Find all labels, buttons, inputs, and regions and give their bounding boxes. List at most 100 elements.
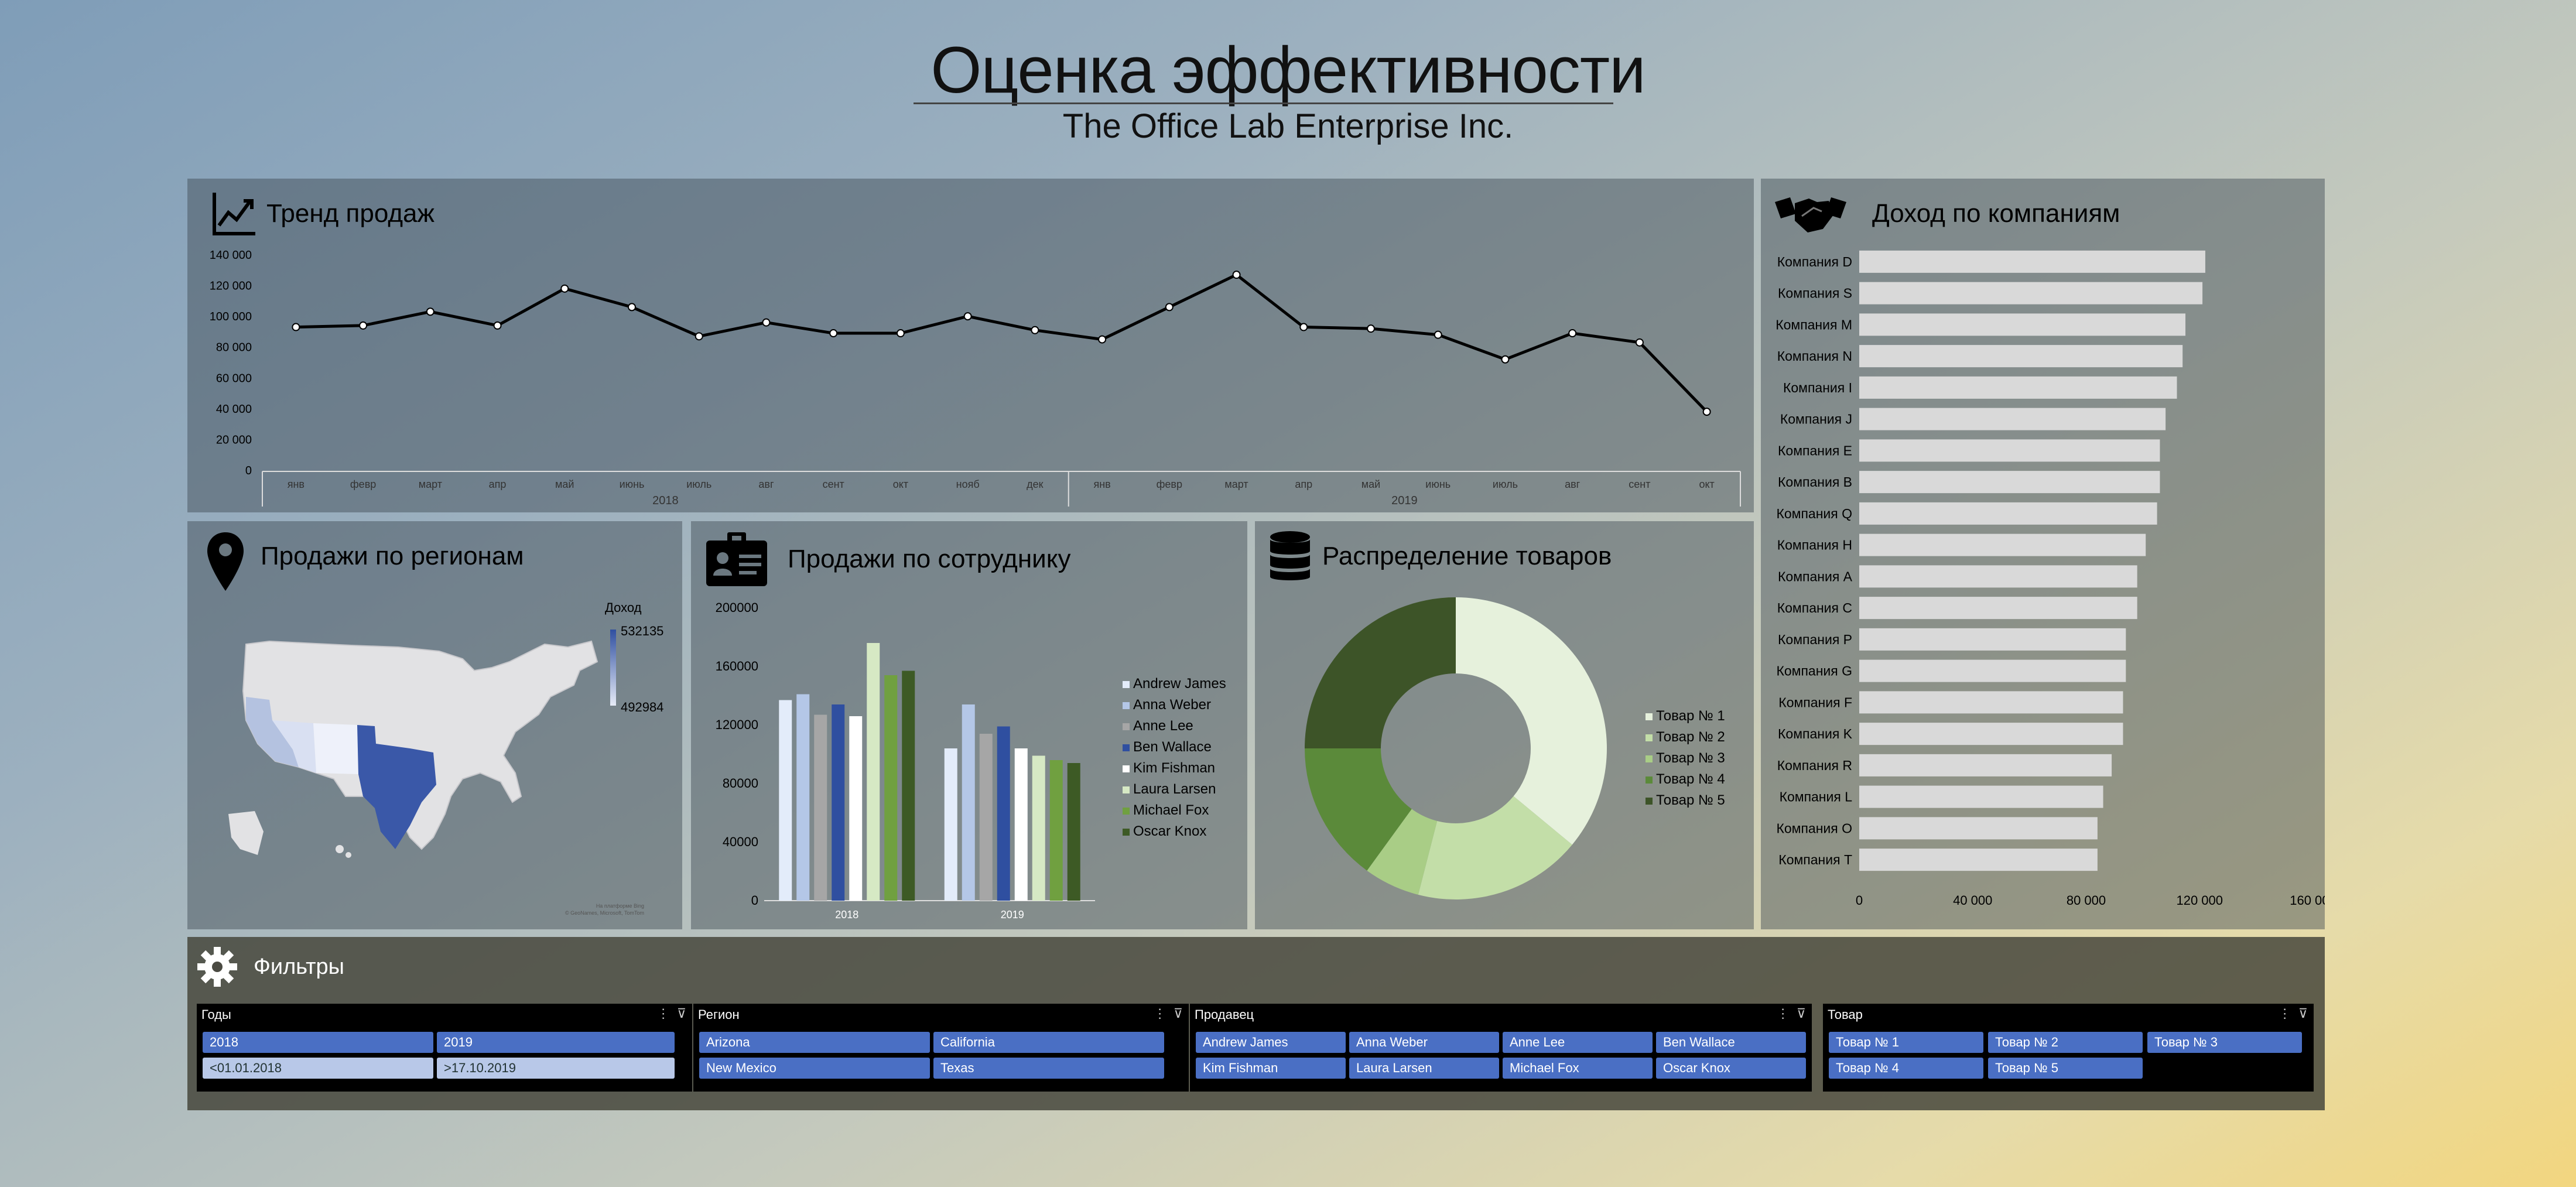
- year-after-chip[interactable]: >17.10.2019: [437, 1058, 675, 1079]
- company-bar: [1859, 471, 2160, 494]
- company-x-tick: 40 000: [1953, 893, 1992, 908]
- year-before-chip[interactable]: <01.01.2018: [203, 1058, 433, 1079]
- company-label: Компания H: [1777, 538, 1852, 553]
- company-x-tick: 80 000: [2067, 893, 2106, 908]
- distribution-legend-swatch: [1646, 734, 1653, 741]
- company-bar: [1859, 754, 2112, 776]
- region-new-mexico-chip[interactable]: New Mexico: [699, 1058, 930, 1079]
- employee-legend-swatch: [1123, 808, 1130, 815]
- product-chip[interactable]: Товар № 4: [1829, 1058, 1983, 1079]
- page-subtitle: The Office Lab Enterprise Inc.: [1062, 107, 1514, 145]
- seller-chip[interactable]: Ben Wallace: [1656, 1032, 1806, 1053]
- distribution-slice: [1305, 597, 1456, 748]
- trend-year-label: 2018: [652, 494, 679, 507]
- trend-x-tick: нояб: [956, 478, 980, 490]
- employee-legend-swatch: [1123, 829, 1130, 836]
- employee-legend-swatch: [1123, 702, 1130, 709]
- region-california-chip[interactable]: California: [933, 1032, 1164, 1053]
- slicer-filter-icon[interactable]: ⋮ ⊽: [1777, 1006, 1806, 1021]
- seller-chip[interactable]: Laura Larsen: [1349, 1058, 1499, 1079]
- seller-chip[interactable]: Anna Weber: [1349, 1032, 1499, 1053]
- region-slicer-label: Регион: [698, 1007, 740, 1022]
- trend-point: [1702, 408, 1711, 416]
- employee-panel: Продажи по сотруднику 0 40000 80000 120000 1…: [691, 521, 1247, 929]
- product-chip[interactable]: Товар № 1: [1829, 1032, 1983, 1053]
- seller-chip[interactable]: Andrew James: [1196, 1032, 1346, 1053]
- employee-legend-swatch: [1123, 744, 1130, 751]
- company-bar: [1859, 659, 2126, 682]
- product-chip[interactable]: Товар № 3: [2147, 1032, 2302, 1053]
- trend-x-tick: апр: [1295, 478, 1312, 490]
- year-2018-chip[interactable]: 2018: [203, 1032, 433, 1053]
- region-slicer: Регион ⋮ ⊽ Arizona California New Mexico…: [693, 1004, 1189, 1092]
- product-chip[interactable]: Товар № 2: [1988, 1032, 2143, 1053]
- distribution-chart: Товар № 1 Товар № 2 Товар № 3 Товар № 4 Това…: [1305, 597, 1725, 899]
- employee-bar: [849, 716, 863, 901]
- company-label: Компания N: [1777, 348, 1852, 364]
- trend-y-tick: 60 000: [216, 372, 252, 385]
- map-credit-2: © GeoNames, Microsoft, TomTom: [565, 910, 644, 916]
- trend-x-tick: апр: [489, 478, 507, 490]
- trend-line: [296, 273, 1708, 413]
- trend-y-tick: 20 000: [216, 433, 252, 446]
- company-label: Компания P: [1778, 632, 1852, 647]
- gear-icon: [197, 947, 237, 987]
- trend-x-tick: дек: [1027, 478, 1044, 490]
- company-bar: [1859, 502, 2157, 525]
- map-legend-min: 492984: [621, 700, 663, 714]
- trend-x-tick: авг: [1565, 478, 1581, 490]
- region-texas-chip[interactable]: Texas: [933, 1058, 1164, 1079]
- years-slicer: Годы ⋮ ⊽ 2018 2019 <01.01.2018 >17.10.20…: [197, 1004, 692, 1092]
- trend-y-tick: 120 000: [210, 280, 252, 293]
- seller-chip[interactable]: Michael Fox: [1503, 1058, 1653, 1079]
- map-legend-title: Доход: [605, 600, 642, 615]
- employee-y-tick: 160000: [716, 659, 758, 673]
- filters-title: Фильтры: [254, 955, 344, 979]
- trend-y-tick: 80 000: [216, 341, 252, 354]
- company-label: Компания I: [1783, 380, 1852, 395]
- slicer-filter-icon[interactable]: ⋮ ⊽: [2279, 1006, 2308, 1021]
- employee-bar: [1049, 760, 1063, 901]
- slicer-filter-icon[interactable]: ⋮ ⊽: [657, 1006, 686, 1021]
- trend-point: [1635, 338, 1644, 347]
- new-mexico-region: [313, 723, 358, 774]
- trend-point: [1568, 329, 1577, 338]
- region-arizona-chip[interactable]: Arizona: [699, 1032, 930, 1053]
- employee-bar: [867, 643, 880, 901]
- company-label: Компания D: [1777, 254, 1852, 269]
- employee-x-tick: 2019: [1001, 909, 1024, 921]
- company-bar: [1859, 565, 2137, 588]
- product-chip[interactable]: Товар № 5: [1988, 1058, 2143, 1079]
- alaska-region: [228, 811, 264, 855]
- company-label: Компания O: [1776, 820, 1852, 836]
- trend-point: [1434, 330, 1442, 339]
- page-title: Оценка эффективности: [930, 33, 1646, 107]
- trend-x-tick: сент: [823, 478, 844, 490]
- company-label: Компания S: [1778, 286, 1852, 301]
- employee-y-tick: 40000: [723, 834, 758, 849]
- company-x-tick: 0: [1856, 893, 1863, 908]
- employee-bar: [902, 671, 915, 901]
- company-bar: [1859, 817, 2098, 840]
- trend-x-tick: янв: [1093, 478, 1110, 490]
- year-2019-chip[interactable]: 2019: [437, 1032, 675, 1053]
- seller-chip[interactable]: Anne Lee: [1503, 1032, 1653, 1053]
- filters-panel: Фильтры Годы ⋮ ⊽ 2018 2019 <01.01.2018 >…: [187, 937, 2325, 1110]
- employee-legend-swatch: [1123, 723, 1130, 730]
- regions-panel: Продажи по регионам Доход 532135 492984 …: [187, 521, 682, 929]
- trend-x-tick: июль: [1493, 478, 1518, 490]
- seller-chip[interactable]: Kim Fishman: [1196, 1058, 1346, 1079]
- trend-chart: 0 20 000 40 000 60 000 80 000 100 000 120 000 1…: [210, 249, 1741, 507]
- trend-point: [1232, 271, 1241, 279]
- trend-y-tick: 140 000: [210, 249, 252, 262]
- company-label: Компания L: [1780, 789, 1853, 805]
- slicer-filter-icon[interactable]: ⋮ ⊽: [1154, 1006, 1183, 1021]
- employee-bar: [962, 704, 975, 901]
- company-bar: [1859, 313, 2186, 336]
- employee-bar: [944, 748, 957, 901]
- employee-y-tick: 0: [751, 893, 758, 908]
- distribution-legend-swatch: [1646, 713, 1653, 720]
- trend-x-tick: июнь: [1425, 478, 1451, 490]
- seller-chip[interactable]: Oscar Knox: [1656, 1058, 1806, 1079]
- trend-point: [762, 318, 771, 327]
